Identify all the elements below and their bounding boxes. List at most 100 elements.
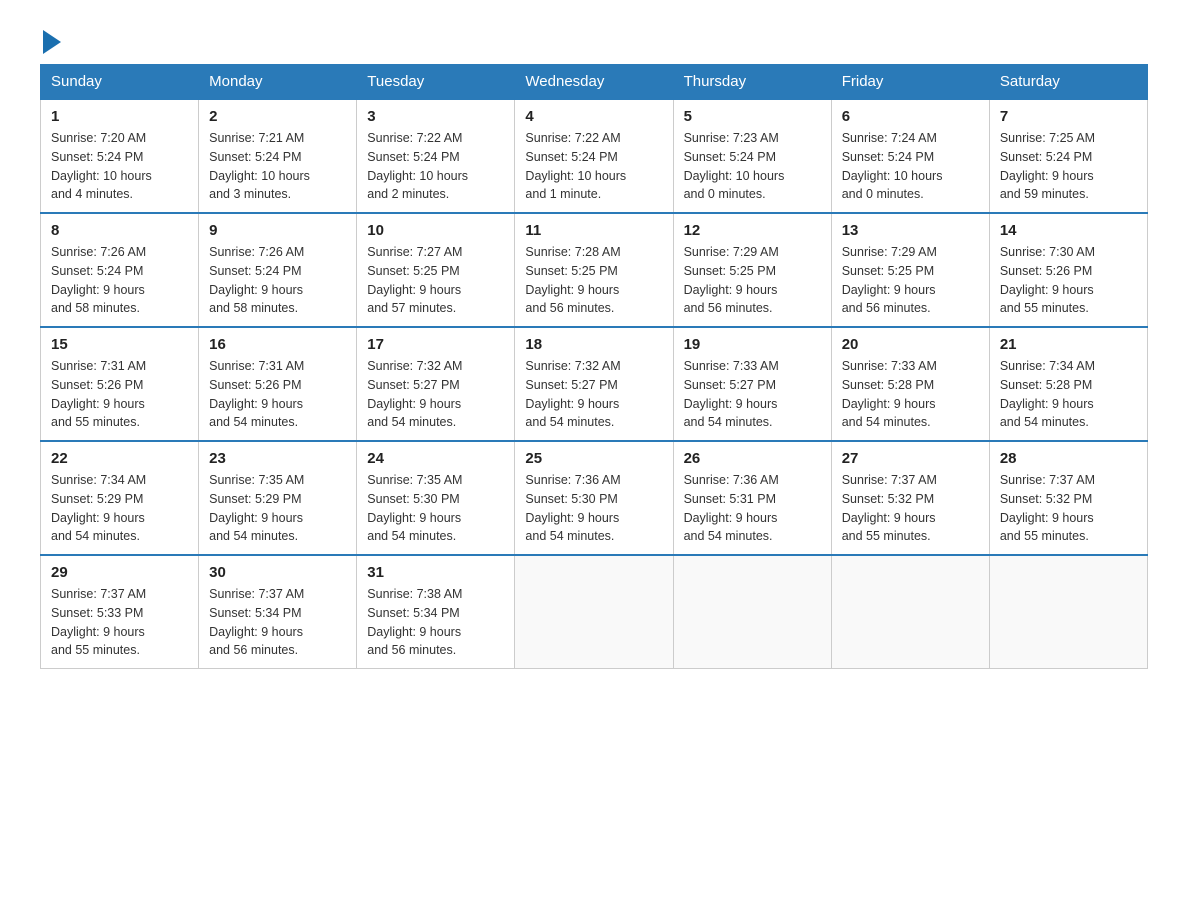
day-info: Sunrise: 7:32 AM Sunset: 5:27 PM Dayligh…: [525, 357, 662, 432]
day-number: 29: [51, 564, 188, 581]
day-info: Sunrise: 7:22 AM Sunset: 5:24 PM Dayligh…: [367, 129, 504, 204]
calendar-cell: 20 Sunrise: 7:33 AM Sunset: 5:28 PM Dayli…: [831, 327, 989, 441]
day-info: Sunrise: 7:31 AM Sunset: 5:26 PM Dayligh…: [209, 357, 346, 432]
day-info: Sunrise: 7:37 AM Sunset: 5:34 PM Dayligh…: [209, 585, 346, 660]
calendar-week-row: 15Sunrise: 7:31 AM Sunset: 5:26 PM Dayli…: [41, 327, 1148, 441]
calendar-cell: 28 Sunrise: 7:37 AM Sunset: 5:32 PM Dayli…: [989, 441, 1147, 555]
calendar-cell: 30Sunrise: 7:37 AM Sunset: 5:34 PM Dayli…: [199, 555, 357, 669]
day-number: 22: [51, 450, 188, 467]
calendar-cell: 21 Sunrise: 7:34 AM Sunset: 5:28 PM Dayli…: [989, 327, 1147, 441]
calendar-cell: 2Sunrise: 7:21 AM Sunset: 5:24 PM Daylig…: [199, 99, 357, 213]
calendar-cell: 1 Sunrise: 7:20 AM Sunset: 5:24 PM Daylig…: [41, 99, 199, 213]
day-info: Sunrise: 7:26 AM Sunset: 5:24 PM Dayligh…: [51, 243, 188, 318]
day-number: 14: [1000, 222, 1137, 239]
calendar-cell: 5 Sunrise: 7:23 AM Sunset: 5:24 PM Daylig…: [673, 99, 831, 213]
day-info: Sunrise: 7:37 AM Sunset: 5:32 PM Dayligh…: [1000, 471, 1137, 546]
weekday-header-wednesday: Wednesday: [515, 65, 673, 100]
calendar-cell: 15Sunrise: 7:31 AM Sunset: 5:26 PM Dayli…: [41, 327, 199, 441]
weekday-header-friday: Friday: [831, 65, 989, 100]
calendar-cell: 19Sunrise: 7:33 AM Sunset: 5:27 PM Dayli…: [673, 327, 831, 441]
day-info: Sunrise: 7:28 AM Sunset: 5:25 PM Dayligh…: [525, 243, 662, 318]
day-info: Sunrise: 7:29 AM Sunset: 5:25 PM Dayligh…: [842, 243, 979, 318]
day-number: 2: [209, 108, 346, 125]
calendar-cell: 14Sunrise: 7:30 AM Sunset: 5:26 PM Dayli…: [989, 213, 1147, 327]
day-number: 3: [367, 108, 504, 125]
calendar-cell: 7 Sunrise: 7:25 AM Sunset: 5:24 PM Daylig…: [989, 99, 1147, 213]
weekday-header-row: SundayMondayTuesdayWednesdayThursdayFrid…: [41, 65, 1148, 100]
day-info: Sunrise: 7:23 AM Sunset: 5:24 PM Dayligh…: [684, 129, 821, 204]
day-number: 20: [842, 336, 979, 353]
calendar-cell: [989, 555, 1147, 669]
day-number: 6: [842, 108, 979, 125]
day-info: Sunrise: 7:31 AM Sunset: 5:26 PM Dayligh…: [51, 357, 188, 432]
calendar-cell: 29 Sunrise: 7:37 AM Sunset: 5:33 PM Dayli…: [41, 555, 199, 669]
calendar-cell: 11 Sunrise: 7:28 AM Sunset: 5:25 PM Dayli…: [515, 213, 673, 327]
calendar-cell: 16Sunrise: 7:31 AM Sunset: 5:26 PM Dayli…: [199, 327, 357, 441]
day-number: 1: [51, 108, 188, 125]
day-info: Sunrise: 7:35 AM Sunset: 5:29 PM Dayligh…: [209, 471, 346, 546]
calendar-week-row: 8 Sunrise: 7:26 AM Sunset: 5:24 PM Daylig…: [41, 213, 1148, 327]
logo-triangle-icon: [43, 30, 61, 54]
day-number: 10: [367, 222, 504, 239]
day-number: 7: [1000, 108, 1137, 125]
day-info: Sunrise: 7:37 AM Sunset: 5:32 PM Dayligh…: [842, 471, 979, 546]
day-info: Sunrise: 7:25 AM Sunset: 5:24 PM Dayligh…: [1000, 129, 1137, 204]
calendar-cell: 3 Sunrise: 7:22 AM Sunset: 5:24 PM Daylig…: [357, 99, 515, 213]
day-number: 17: [367, 336, 504, 353]
calendar-cell: 10 Sunrise: 7:27 AM Sunset: 5:25 PM Dayli…: [357, 213, 515, 327]
page-header: [40, 30, 1148, 54]
day-number: 31: [367, 564, 504, 581]
calendar-cell: 24 Sunrise: 7:35 AM Sunset: 5:30 PM Dayli…: [357, 441, 515, 555]
day-info: Sunrise: 7:35 AM Sunset: 5:30 PM Dayligh…: [367, 471, 504, 546]
calendar-cell: [515, 555, 673, 669]
day-number: 21: [1000, 336, 1137, 353]
logo: [40, 30, 61, 54]
calendar-cell: [831, 555, 989, 669]
day-info: Sunrise: 7:34 AM Sunset: 5:29 PM Dayligh…: [51, 471, 188, 546]
weekday-header-saturday: Saturday: [989, 65, 1147, 100]
calendar-week-row: 1 Sunrise: 7:20 AM Sunset: 5:24 PM Daylig…: [41, 99, 1148, 213]
calendar-cell: 9Sunrise: 7:26 AM Sunset: 5:24 PM Daylig…: [199, 213, 357, 327]
day-info: Sunrise: 7:37 AM Sunset: 5:33 PM Dayligh…: [51, 585, 188, 660]
calendar-cell: 23 Sunrise: 7:35 AM Sunset: 5:29 PM Dayli…: [199, 441, 357, 555]
day-number: 11: [525, 222, 662, 239]
day-info: Sunrise: 7:38 AM Sunset: 5:34 PM Dayligh…: [367, 585, 504, 660]
day-info: Sunrise: 7:36 AM Sunset: 5:31 PM Dayligh…: [684, 471, 821, 546]
calendar-cell: 26 Sunrise: 7:36 AM Sunset: 5:31 PM Dayli…: [673, 441, 831, 555]
calendar-cell: 8 Sunrise: 7:26 AM Sunset: 5:24 PM Daylig…: [41, 213, 199, 327]
day-info: Sunrise: 7:33 AM Sunset: 5:27 PM Dayligh…: [684, 357, 821, 432]
calendar-week-row: 29 Sunrise: 7:37 AM Sunset: 5:33 PM Dayli…: [41, 555, 1148, 669]
calendar-cell: 13 Sunrise: 7:29 AM Sunset: 5:25 PM Dayli…: [831, 213, 989, 327]
day-info: Sunrise: 7:22 AM Sunset: 5:24 PM Dayligh…: [525, 129, 662, 204]
day-info: Sunrise: 7:36 AM Sunset: 5:30 PM Dayligh…: [525, 471, 662, 546]
calendar-table: SundayMondayTuesdayWednesdayThursdayFrid…: [40, 64, 1148, 669]
day-info: Sunrise: 7:20 AM Sunset: 5:24 PM Dayligh…: [51, 129, 188, 204]
day-number: 5: [684, 108, 821, 125]
day-number: 28: [1000, 450, 1137, 467]
calendar-cell: 18Sunrise: 7:32 AM Sunset: 5:27 PM Dayli…: [515, 327, 673, 441]
calendar-cell: 31 Sunrise: 7:38 AM Sunset: 5:34 PM Dayli…: [357, 555, 515, 669]
day-info: Sunrise: 7:33 AM Sunset: 5:28 PM Dayligh…: [842, 357, 979, 432]
calendar-cell: 17 Sunrise: 7:32 AM Sunset: 5:27 PM Dayli…: [357, 327, 515, 441]
calendar-cell: 6 Sunrise: 7:24 AM Sunset: 5:24 PM Daylig…: [831, 99, 989, 213]
day-info: Sunrise: 7:27 AM Sunset: 5:25 PM Dayligh…: [367, 243, 504, 318]
day-number: 24: [367, 450, 504, 467]
weekday-header-monday: Monday: [199, 65, 357, 100]
day-info: Sunrise: 7:26 AM Sunset: 5:24 PM Dayligh…: [209, 243, 346, 318]
day-number: 23: [209, 450, 346, 467]
day-info: Sunrise: 7:32 AM Sunset: 5:27 PM Dayligh…: [367, 357, 504, 432]
day-info: Sunrise: 7:34 AM Sunset: 5:28 PM Dayligh…: [1000, 357, 1137, 432]
calendar-cell: 22 Sunrise: 7:34 AM Sunset: 5:29 PM Dayli…: [41, 441, 199, 555]
weekday-header-thursday: Thursday: [673, 65, 831, 100]
weekday-header-sunday: Sunday: [41, 65, 199, 100]
day-number: 25: [525, 450, 662, 467]
day-number: 12: [684, 222, 821, 239]
calendar-cell: 25 Sunrise: 7:36 AM Sunset: 5:30 PM Dayli…: [515, 441, 673, 555]
day-info: Sunrise: 7:24 AM Sunset: 5:24 PM Dayligh…: [842, 129, 979, 204]
day-number: 13: [842, 222, 979, 239]
calendar-cell: [673, 555, 831, 669]
day-number: 4: [525, 108, 662, 125]
weekday-header-tuesday: Tuesday: [357, 65, 515, 100]
day-number: 8: [51, 222, 188, 239]
day-number: 26: [684, 450, 821, 467]
